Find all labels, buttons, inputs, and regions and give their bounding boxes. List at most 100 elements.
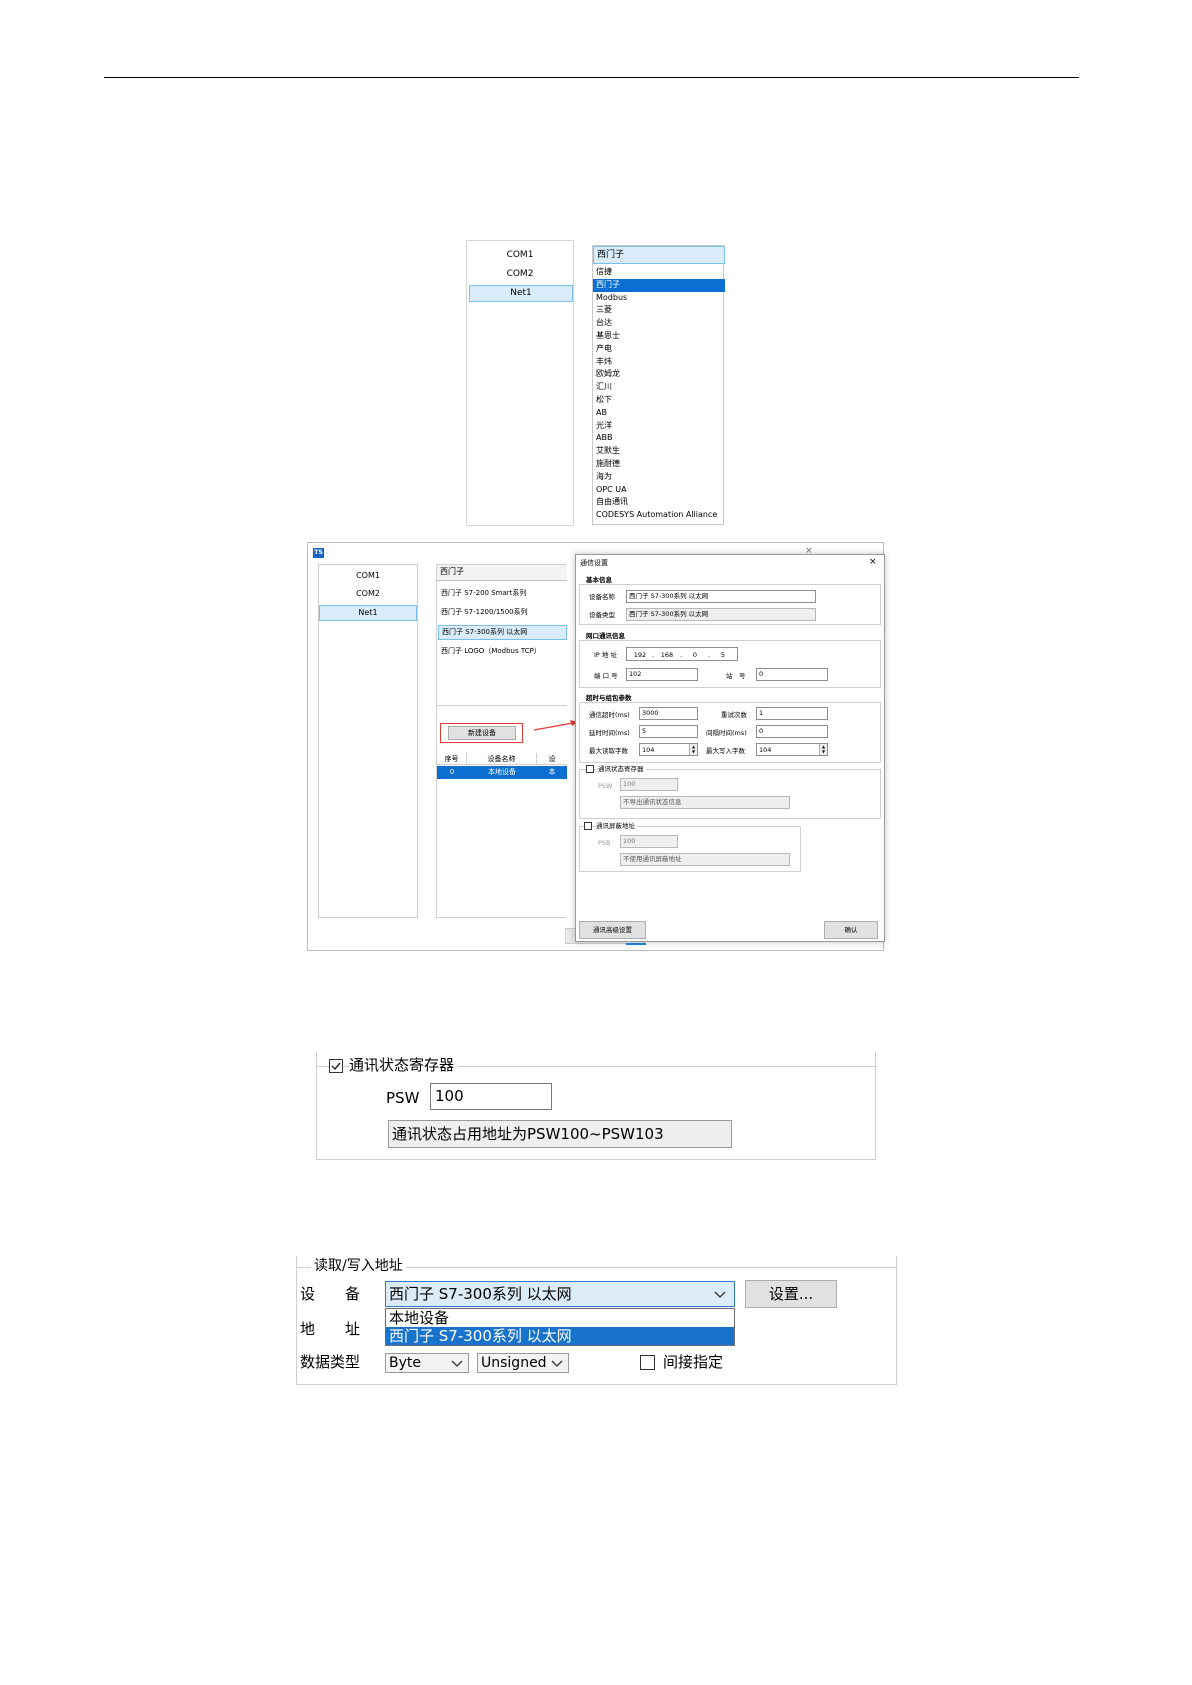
ip-octet-1[interactable]: 192 (629, 651, 651, 659)
protocol-option-list: 信捷 西门子 Modbus 三菱 台达 基恩士 产电 丰炜 欧姆龙 汇川 松下 … (593, 266, 725, 522)
table-header-device: 设 (537, 753, 567, 765)
address-label: 地 址 (300, 1320, 361, 1338)
port-item-com2[interactable]: COM2 (319, 589, 417, 599)
chevron-down-icon (714, 1291, 726, 1298)
max-write-label: 最大写入字数 (706, 747, 745, 755)
device-model-item[interactable]: 西门子 LOGO（Modbus TCP） (441, 647, 567, 656)
figure-4-read-write-address: 读取/写入地址 设 备 西门子 S7-300系列 以太网 设置... 地 址 数… (296, 1256, 898, 1385)
port-number-label: 端 口 号 (594, 672, 618, 680)
protocol-combo[interactable]: 西门子 (593, 246, 725, 264)
protocol-option[interactable]: 施耐德 (593, 458, 725, 471)
device-dropdown-list: 本地设备 西门子 S7-300系列 以太网 (385, 1308, 735, 1346)
table-cell-device: 本 (548, 768, 556, 776)
interval-time-input[interactable]: 0 (756, 725, 828, 738)
spin-arrows-icon[interactable]: ▲ ▼ (819, 744, 827, 755)
protocol-option[interactable]: 丰炜 (593, 356, 725, 369)
status-register-checkbox[interactable] (586, 765, 594, 773)
protocol-combo[interactable]: 西门子 (437, 565, 567, 581)
ip-address-input[interactable]: 192 . 168 . 0 . 5 (626, 647, 738, 661)
comm-timeout-label: 通信超时(ms) (589, 711, 630, 719)
spin-arrows-icon[interactable]: ▲ ▼ (689, 744, 697, 755)
app-icon: TS (313, 548, 324, 558)
port-item-net1[interactable]: Net1 (469, 285, 573, 302)
device-select[interactable]: 西门子 S7-300系列 以太网 (385, 1281, 735, 1307)
protocol-option[interactable]: 艾默生 (593, 445, 725, 458)
protocol-option[interactable]: 光洋 (593, 420, 725, 433)
protocol-option[interactable]: 台达 (593, 317, 725, 330)
psw-input[interactable]: 100 (430, 1083, 552, 1110)
ip-octet-2[interactable]: 168 (656, 651, 678, 659)
protocol-option[interactable]: 汇川 (593, 381, 725, 394)
page-top-rule (104, 77, 1079, 78)
shield-address-checkbox[interactable] (584, 822, 592, 830)
station-number-input[interactable]: 0 (756, 668, 828, 681)
read-write-group-label: 读取/写入地址 (311, 1257, 406, 1275)
protocol-option[interactable]: AB (593, 407, 725, 420)
dialog-title: 通信设置 (580, 559, 608, 567)
device-type-field: 西门子 S7-300系列 以太网 (626, 608, 816, 621)
advanced-settings-button[interactable]: 通讯高级设置 (579, 921, 646, 939)
shield-address-label: 通讯屏蔽地址 (596, 822, 637, 830)
max-read-stepper[interactable]: 104 ▲ ▼ (639, 743, 698, 756)
sign-select[interactable]: Unsigned (477, 1353, 569, 1373)
device-model-item[interactable]: 西门子 S7-200 Smart系列 (441, 589, 561, 598)
section-timeout-title: 超时与组包参数 (586, 694, 632, 702)
max-write-stepper[interactable]: 104 ▲ ▼ (756, 743, 828, 756)
dialog-close-icon[interactable]: × (869, 556, 881, 568)
status-register-checkbox[interactable] (329, 1059, 343, 1073)
dropdown-option-local[interactable]: 本地设备 (386, 1309, 734, 1327)
port-number-input[interactable]: 102 (626, 668, 698, 681)
psw-label: PSW (386, 1089, 420, 1107)
protocol-option[interactable]: 海为 (593, 471, 725, 484)
comm-timeout-input[interactable]: 3000 (639, 707, 698, 720)
port-item-com2[interactable]: COM2 (467, 268, 573, 280)
protocol-option[interactable]: 松下 (593, 394, 725, 407)
device-settings-button[interactable]: 设置... (745, 1280, 837, 1308)
figure-2-communication-setup: TS × COM1 COM2 Net1 西门子 西门子 S7-200 Smart… (307, 542, 885, 951)
port-item-com1[interactable]: COM1 (467, 249, 573, 261)
table-header-index: 序号 (437, 753, 467, 765)
device-name-input[interactable]: 西门子 S7-300系列 以太网 (626, 590, 816, 603)
protocol-option[interactable]: 欧姆龙 (593, 368, 725, 381)
red-arrow-icon (533, 720, 578, 731)
protocol-option[interactable]: 信捷 (593, 266, 725, 279)
protocol-option[interactable]: Modbus (593, 292, 725, 305)
psb-input: 100 (620, 835, 678, 848)
port-item-net1[interactable]: Net1 (319, 605, 417, 621)
confirm-button[interactable]: 确认 (824, 921, 878, 939)
port-list: COM1 COM2 Net1 (318, 564, 418, 918)
protocol-option[interactable]: 产电 (593, 343, 725, 356)
protocol-option[interactable]: 基恩士 (593, 330, 725, 343)
ip-octet-3[interactable]: 0 (684, 651, 706, 659)
status-register-label: 通讯状态寄存器 (598, 765, 646, 773)
protocol-option[interactable]: OPC UA (593, 484, 725, 497)
device-pane: 西门子 西门子 S7-200 Smart系列 西门子 S7-1200/1500系… (436, 564, 567, 918)
background-button-accent (626, 943, 646, 945)
section-net-title: 网口通讯信息 (586, 632, 625, 640)
port-list: COM1 COM2 Net1 (466, 240, 574, 526)
retry-count-input[interactable]: 1 (756, 707, 828, 720)
dropdown-option-s7-300[interactable]: 西门子 S7-300系列 以太网 (386, 1327, 734, 1345)
protocol-option[interactable]: CODESYS Automation Alliance (593, 509, 725, 522)
datatype-select[interactable]: Byte (385, 1353, 469, 1373)
chevron-down-icon (551, 1360, 563, 1367)
protocol-option[interactable]: ABB (593, 432, 725, 445)
table-row[interactable]: 0 本地设备 本 (437, 766, 567, 779)
psw-occupied-description: 通讯状态占用地址为PSW100~PSW103 (388, 1120, 732, 1148)
ip-address-label: IP 地 址 (594, 651, 617, 659)
protocol-option[interactable]: 自由通讯 (593, 496, 725, 509)
device-select-value: 西门子 S7-300系列 以太网 (389, 1285, 572, 1303)
device-model-item[interactable]: 西门子 S7-1200/1500系列 (441, 608, 561, 617)
interval-time-label: 间隔时间(ms) (706, 729, 747, 737)
protocol-option-selected[interactable]: 西门子 (593, 278, 725, 292)
max-read-label: 最大读取字数 (589, 747, 628, 755)
device-model-item-selected[interactable]: 西门子 S7-300系列 以太网 (438, 625, 567, 640)
device-list-divider (437, 705, 567, 706)
indirect-checkbox[interactable] (640, 1355, 655, 1370)
ip-dot: . (708, 651, 711, 659)
new-device-button[interactable]: 新建设备 (448, 726, 516, 740)
ip-octet-4[interactable]: 5 (712, 651, 734, 659)
delay-time-input[interactable]: 5 (639, 725, 698, 738)
protocol-option[interactable]: 三菱 (593, 304, 725, 317)
port-item-com1[interactable]: COM1 (319, 571, 417, 581)
